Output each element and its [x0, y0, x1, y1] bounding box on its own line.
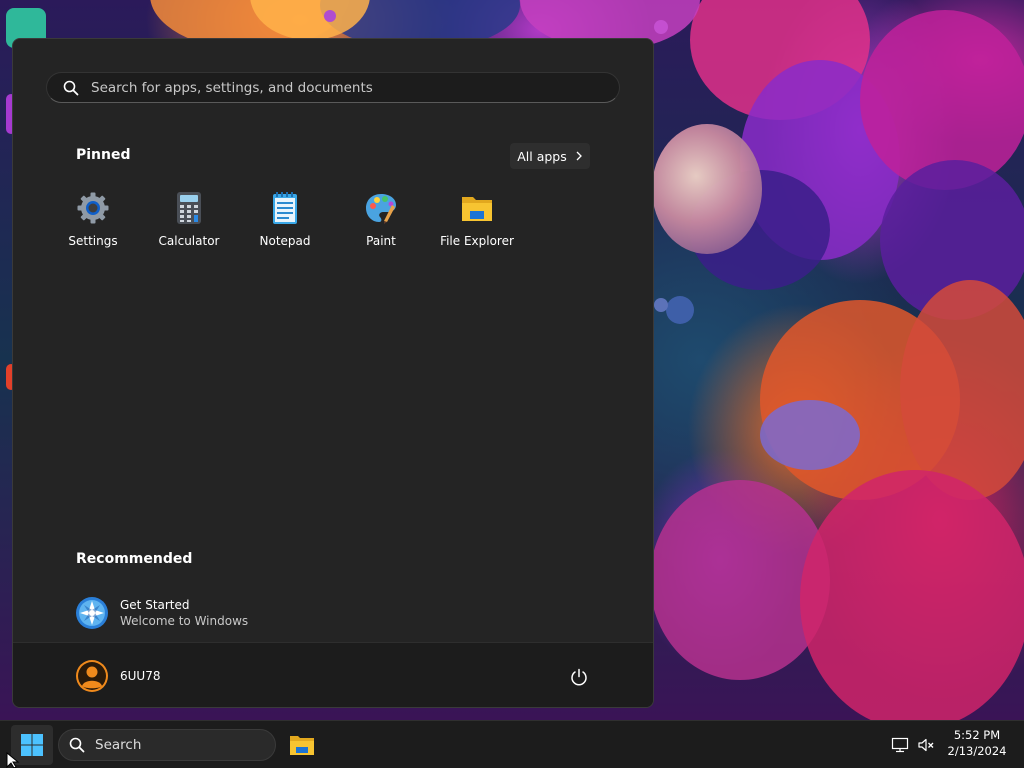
- user-account-button[interactable]: 6UU78: [75, 657, 160, 695]
- app-label: File Explorer: [440, 234, 514, 248]
- clock-date: 2/13/2024: [947, 744, 1007, 758]
- pinned-heading: Pinned: [76, 147, 131, 163]
- clock-time: 5:52 PM: [953, 728, 1001, 742]
- recommended-item-subtitle: Welcome to Windows: [120, 614, 249, 628]
- power-icon[interactable]: [569, 667, 589, 687]
- app-label: Settings: [68, 234, 118, 248]
- start-menu: Search for apps, settings, and documents…: [12, 38, 654, 708]
- taskbar-search-label: Search: [95, 737, 142, 753]
- pinned-app-settings[interactable]: Settings: [45, 189, 141, 255]
- recommended-item[interactable]: Get Started Welcome to Windows: [75, 593, 375, 633]
- notepad-icon: [273, 192, 297, 224]
- get-started-icon: [76, 597, 108, 629]
- search-icon: [63, 80, 79, 95]
- all-apps-button[interactable]: All apps: [510, 143, 590, 169]
- start-menu-footer: 6UU78: [13, 642, 653, 707]
- file-explorer-icon: [462, 197, 492, 221]
- volume-muted-icon[interactable]: [917, 736, 935, 754]
- taskbar-clock[interactable]: 5:52 PM 2/13/2024: [940, 727, 1014, 759]
- app-label: Paint: [366, 234, 396, 248]
- pinned-app-file-explorer[interactable]: File Explorer: [429, 189, 525, 255]
- user-name: 6UU78: [120, 669, 161, 683]
- paint-icon: [366, 194, 396, 224]
- windows-logo-icon: [21, 734, 43, 756]
- pinned-app-paint[interactable]: Paint: [333, 189, 429, 255]
- settings-icon: [77, 192, 109, 224]
- app-label: Notepad: [259, 234, 311, 248]
- calculator-icon: [177, 192, 201, 224]
- start-search-input[interactable]: Search for apps, settings, and documents: [46, 72, 620, 103]
- network-icon[interactable]: [891, 736, 909, 754]
- recommended-item-title: Get Started: [120, 598, 190, 612]
- avatar: [76, 660, 108, 692]
- search-icon: [69, 737, 85, 753]
- app-label: Calculator: [158, 234, 220, 248]
- recommended-heading: Recommended: [76, 551, 193, 567]
- all-apps-label: All apps: [517, 148, 567, 164]
- mouse-cursor-icon: [6, 752, 20, 768]
- pinned-apps-grid: Settings Calculator Notepad Paint File E…: [45, 189, 525, 255]
- pinned-app-notepad[interactable]: Notepad: [237, 189, 333, 255]
- taskbar-file-explorer-button[interactable]: [282, 725, 322, 765]
- search-placeholder: Search for apps, settings, and documents: [91, 79, 373, 96]
- pinned-app-calculator[interactable]: Calculator: [141, 189, 237, 255]
- taskbar-search-box[interactable]: Search: [58, 729, 276, 761]
- folder-icon: [290, 736, 314, 755]
- chevron-right-icon: [576, 151, 582, 161]
- taskbar: Search 5:52 PM 2/13/2024: [0, 720, 1024, 768]
